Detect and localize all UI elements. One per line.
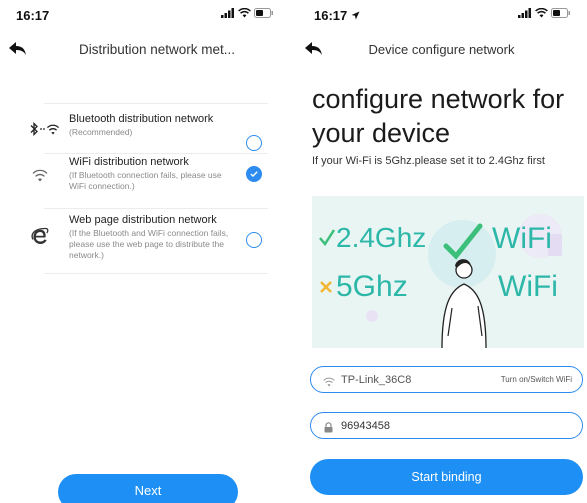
location-arrow-icon bbox=[351, 11, 360, 20]
good-frequency-label: 2.4Ghz bbox=[336, 222, 427, 253]
radio-button-unchecked[interactable] bbox=[246, 232, 262, 248]
wifi-ssid: TP-Link_36C8 bbox=[341, 374, 412, 386]
status-time: 16:17 bbox=[16, 8, 50, 23]
heading: configure network for your device bbox=[312, 84, 565, 148]
page-title: Distribution network met... bbox=[78, 42, 236, 57]
status-icons bbox=[518, 8, 571, 18]
status-icons bbox=[221, 8, 274, 18]
signal-icon bbox=[518, 8, 531, 18]
status-time-text: 16:17 bbox=[314, 8, 348, 23]
switch-wifi-link[interactable]: Turn on/Switch WiFi bbox=[501, 375, 572, 384]
option-wifi[interactable]: WiFi distribution network (If Bluetooth … bbox=[0, 154, 290, 208]
lock-icon bbox=[323, 420, 334, 438]
frequency-hint: If your Wi-Fi is 5Ghz.please set it to 2… bbox=[312, 155, 545, 167]
status-bar: 16:17 bbox=[0, 0, 290, 28]
option-bluetooth[interactable]: Bluetooth distribution network (Recommen… bbox=[0, 104, 290, 153]
nav-bar: Device configure network bbox=[296, 32, 587, 68]
status-time: 16:17 bbox=[314, 8, 360, 23]
option-subtitle: (Recommended) bbox=[69, 127, 133, 137]
back-arrow-icon[interactable] bbox=[6, 38, 30, 62]
option-title: Web page distribution network bbox=[69, 214, 217, 226]
distribution-method-screen: 16:17 Distribution network met... Blueto… bbox=[0, 0, 290, 503]
good-wifi-label: WiFi bbox=[492, 222, 552, 255]
divider bbox=[44, 273, 268, 274]
option-subtitle: (If Bluetooth connection fails, please u… bbox=[69, 170, 222, 191]
radio-button-checked[interactable] bbox=[246, 166, 262, 182]
internet-explorer-icon bbox=[31, 227, 49, 250]
wifi-icon bbox=[323, 374, 335, 392]
bluetooth-wifi-icon bbox=[28, 121, 62, 141]
password-input[interactable] bbox=[341, 418, 561, 434]
wifi-icon bbox=[32, 169, 48, 187]
option-webpage[interactable]: Web page distribution network (If the Bl… bbox=[0, 209, 290, 273]
option-title: Bluetooth distribution network bbox=[69, 113, 214, 125]
option-subtitle: (If the Bluetooth and WiFi connection fa… bbox=[69, 228, 229, 260]
battery-icon bbox=[254, 8, 273, 18]
radio-button-unchecked[interactable] bbox=[246, 135, 262, 151]
start-binding-button[interactable]: Start binding bbox=[310, 459, 583, 495]
bad-wifi-label: WiFi bbox=[498, 270, 558, 303]
battery-icon bbox=[551, 8, 570, 18]
wifi-ssid-field[interactable]: TP-Link_36C8 Turn on/Switch WiFi bbox=[310, 366, 583, 393]
bad-frequency-label: 5Ghz bbox=[336, 270, 408, 303]
wifi-status-icon bbox=[535, 8, 548, 18]
configure-network-screen: 16:17 Device configure network configure… bbox=[296, 0, 587, 503]
option-title: WiFi distribution network bbox=[69, 156, 189, 168]
nav-bar: Distribution network met... bbox=[0, 32, 290, 68]
status-bar: 16:17 bbox=[296, 0, 587, 28]
wifi-band-illustration: 2.4Ghz WiFi 5Ghz WiFi bbox=[312, 196, 584, 348]
signal-icon bbox=[221, 8, 234, 18]
next-button[interactable]: Next bbox=[58, 474, 238, 503]
wifi-status-icon bbox=[238, 8, 251, 18]
password-field[interactable] bbox=[310, 412, 583, 439]
page-title: Device configure network bbox=[368, 42, 515, 57]
